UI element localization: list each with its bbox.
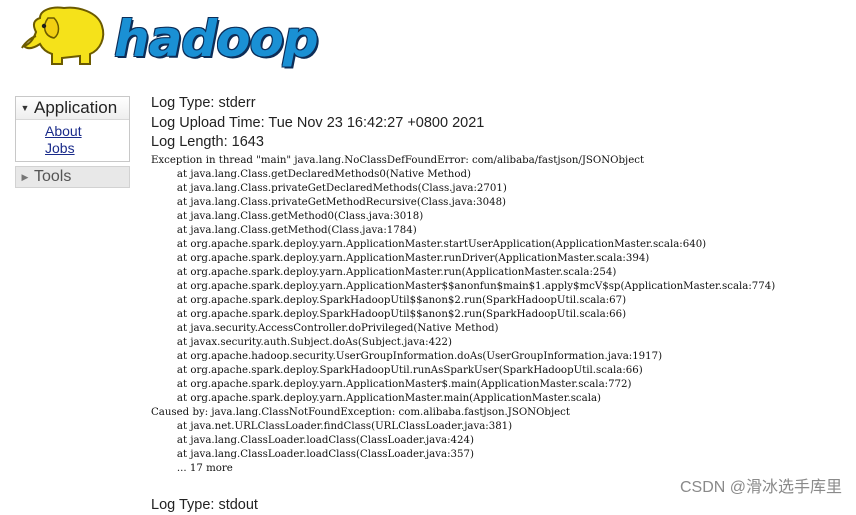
watermark: CSDN @滑冰选手库里	[680, 473, 842, 497]
header: hadoop	[0, 0, 856, 90]
elephant-icon	[18, 4, 110, 68]
application-menu-label: Application	[34, 98, 117, 118]
logo-wordmark: hadoop	[114, 12, 318, 66]
log-body: Exception in thread "main" java.lang.NoC…	[151, 154, 851, 476]
log-type-stdout: Log Type: stdout	[151, 496, 851, 515]
application-menu-header[interactable]: ▼ Application	[16, 97, 129, 120]
nav-link-about[interactable]: About	[45, 123, 129, 140]
log-type: Log Type: stderr	[151, 94, 851, 114]
log-content: Log Type: stderr Log Upload Time: Tue No…	[151, 94, 851, 515]
tools-menu-header[interactable]: ▶ Tools	[15, 166, 130, 188]
caret-down-icon: ▼	[16, 103, 34, 113]
application-menu: ▼ Application About Jobs	[15, 96, 130, 162]
sidebar: ▼ Application About Jobs ▶ Tools	[15, 96, 130, 188]
caret-right-icon: ▶	[16, 172, 34, 183]
log-length: Log Length: 1643	[151, 133, 851, 153]
log-upload-time: Log Upload Time: Tue Nov 23 16:42:27 +08…	[151, 114, 851, 134]
application-menu-links: About Jobs	[16, 120, 129, 161]
tools-menu-label: Tools	[34, 168, 71, 186]
hadoop-logo[interactable]: hadoop	[18, 4, 318, 68]
nav-link-jobs[interactable]: Jobs	[45, 140, 129, 157]
